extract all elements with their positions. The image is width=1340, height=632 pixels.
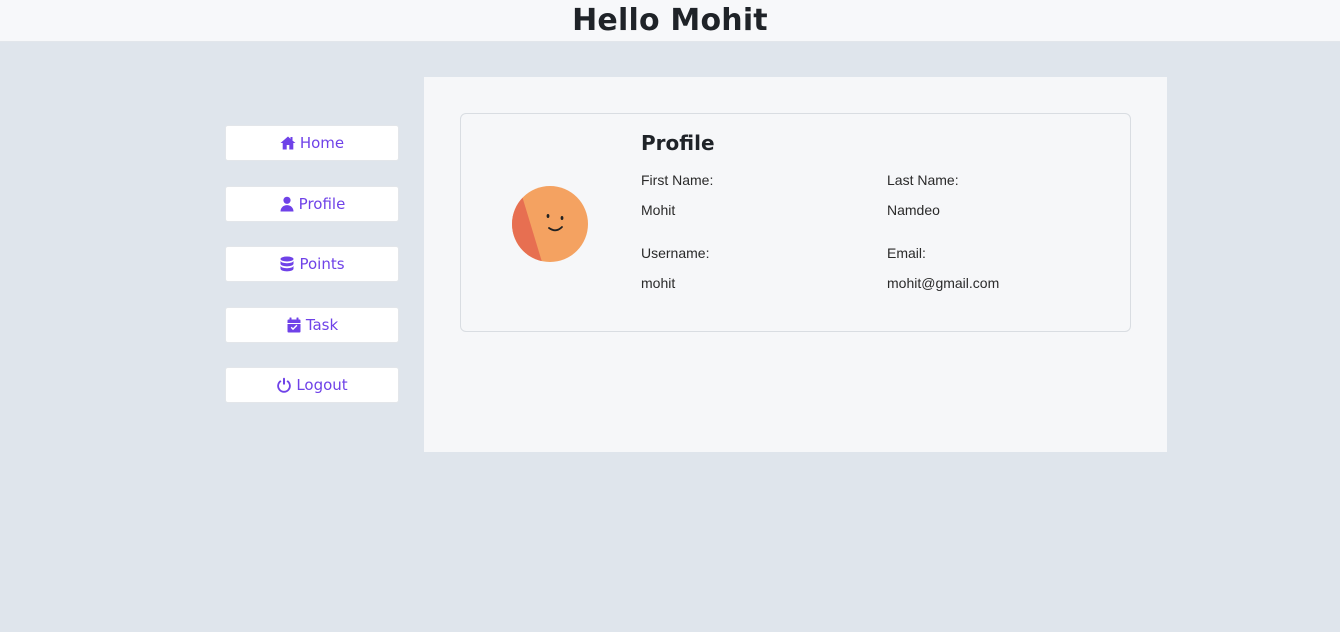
sidebar-item-profile[interactable]: Profile bbox=[225, 186, 399, 222]
sidebar-item-task[interactable]: Task bbox=[225, 307, 399, 343]
top-header: Hello Mohit bbox=[0, 0, 1340, 42]
email-value: mohit@gmail.com bbox=[887, 275, 1000, 291]
sidebar-item-label: Task bbox=[305, 316, 339, 334]
profile-title: Profile bbox=[641, 131, 715, 155]
sidebar-item-label: Logout bbox=[296, 376, 348, 394]
sidebar-item-points[interactable]: Points bbox=[225, 246, 399, 282]
power-icon bbox=[276, 377, 292, 393]
sidebar-item-label: Points bbox=[299, 255, 345, 273]
page-title: Hello Mohit bbox=[572, 3, 768, 38]
email-label: Email: bbox=[887, 245, 926, 261]
sidebar-item-label: Home bbox=[299, 134, 345, 152]
home-icon bbox=[280, 135, 296, 151]
last-name-value: Namdeo bbox=[887, 202, 940, 218]
user-icon bbox=[279, 196, 295, 212]
avatar bbox=[512, 186, 588, 262]
profile-card: Profile First Name: Mohit Last Name: Nam… bbox=[460, 113, 1131, 332]
sidebar-item-home[interactable]: Home bbox=[225, 125, 399, 161]
sidebar-item-logout[interactable]: Logout bbox=[225, 367, 399, 403]
first-name-label: First Name: bbox=[641, 172, 714, 188]
last-name-label: Last Name: bbox=[887, 172, 959, 188]
calendar-check-icon bbox=[286, 317, 302, 333]
main-panel: Profile First Name: Mohit Last Name: Nam… bbox=[424, 77, 1167, 452]
first-name-value: Mohit bbox=[641, 202, 676, 218]
sidebar-item-label: Profile bbox=[298, 195, 346, 213]
database-icon bbox=[279, 256, 295, 272]
username-value: mohit bbox=[641, 275, 676, 291]
username-label: Username: bbox=[641, 245, 710, 261]
